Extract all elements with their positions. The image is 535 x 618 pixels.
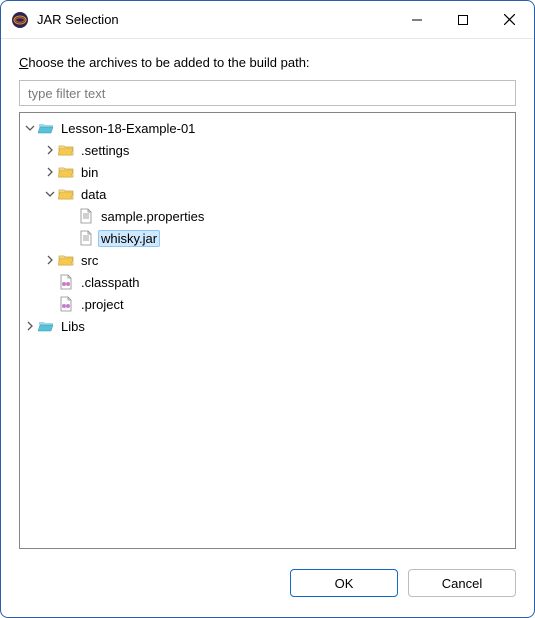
config-file-icon xyxy=(58,296,74,312)
minimize-button[interactable] xyxy=(394,5,440,35)
tree-item-settings[interactable]: .settings xyxy=(42,139,513,161)
chevron-right-icon[interactable] xyxy=(22,318,38,334)
tree-view[interactable]: Lesson-18-Example-01 xyxy=(19,112,516,549)
tree-item-bin[interactable]: bin xyxy=(42,161,513,183)
config-file-icon xyxy=(58,274,74,290)
title-bar: JAR Selection xyxy=(1,1,534,39)
tree-label: sample.properties xyxy=(98,208,207,225)
tree-item-lesson-18-example-01[interactable]: Lesson-18-Example-01 xyxy=(22,117,513,139)
tree-item-classpath[interactable]: .classpath xyxy=(42,271,513,293)
window-title: JAR Selection xyxy=(37,12,119,27)
tree-item-sample-properties[interactable]: sample.properties xyxy=(62,205,513,227)
twisty-spacer xyxy=(42,296,58,312)
twisty-spacer xyxy=(62,208,78,224)
chevron-right-icon[interactable] xyxy=(42,142,58,158)
file-icon xyxy=(78,230,94,246)
tree-label: .classpath xyxy=(78,274,143,291)
folder-icon xyxy=(58,164,74,180)
chevron-down-icon[interactable] xyxy=(22,120,38,136)
chevron-right-icon[interactable] xyxy=(42,252,58,268)
tree-item-libs[interactable]: Libs xyxy=(22,315,513,337)
twisty-spacer xyxy=(42,274,58,290)
folder-icon xyxy=(58,142,74,158)
tree-label: Libs xyxy=(58,318,88,335)
tree-item-project[interactable]: .project xyxy=(42,293,513,315)
ok-button[interactable]: OK xyxy=(290,569,398,597)
tree-label: .settings xyxy=(78,142,132,159)
tree-label: Lesson-18-Example-01 xyxy=(58,120,198,137)
chevron-down-icon[interactable] xyxy=(42,186,58,202)
instruction-label: Choose the archives to be added to the b… xyxy=(19,55,516,70)
open-folder-cyan-icon xyxy=(38,318,54,334)
close-button[interactable] xyxy=(486,5,532,35)
chevron-right-icon[interactable] xyxy=(42,164,58,180)
tree-label: .project xyxy=(78,296,127,313)
filter-input[interactable] xyxy=(19,80,516,106)
twisty-spacer xyxy=(62,230,78,246)
maximize-button[interactable] xyxy=(440,5,486,35)
cancel-button[interactable]: Cancel xyxy=(408,569,516,597)
folder-open-icon xyxy=(58,186,74,202)
tree-label: src xyxy=(78,252,101,269)
tree-item-src[interactable]: src xyxy=(42,249,513,271)
file-icon xyxy=(78,208,94,224)
tree-label: data xyxy=(78,186,109,203)
tree-label: bin xyxy=(78,164,101,181)
open-folder-cyan-icon xyxy=(38,120,54,136)
tree-item-data[interactable]: data xyxy=(42,183,513,205)
button-bar: OK Cancel xyxy=(1,549,534,617)
eclipse-icon xyxy=(11,11,29,29)
tree-label: whisky.jar xyxy=(98,230,160,247)
tree-item-whisky-jar[interactable]: whisky.jar xyxy=(62,227,513,249)
folder-icon xyxy=(58,252,74,268)
